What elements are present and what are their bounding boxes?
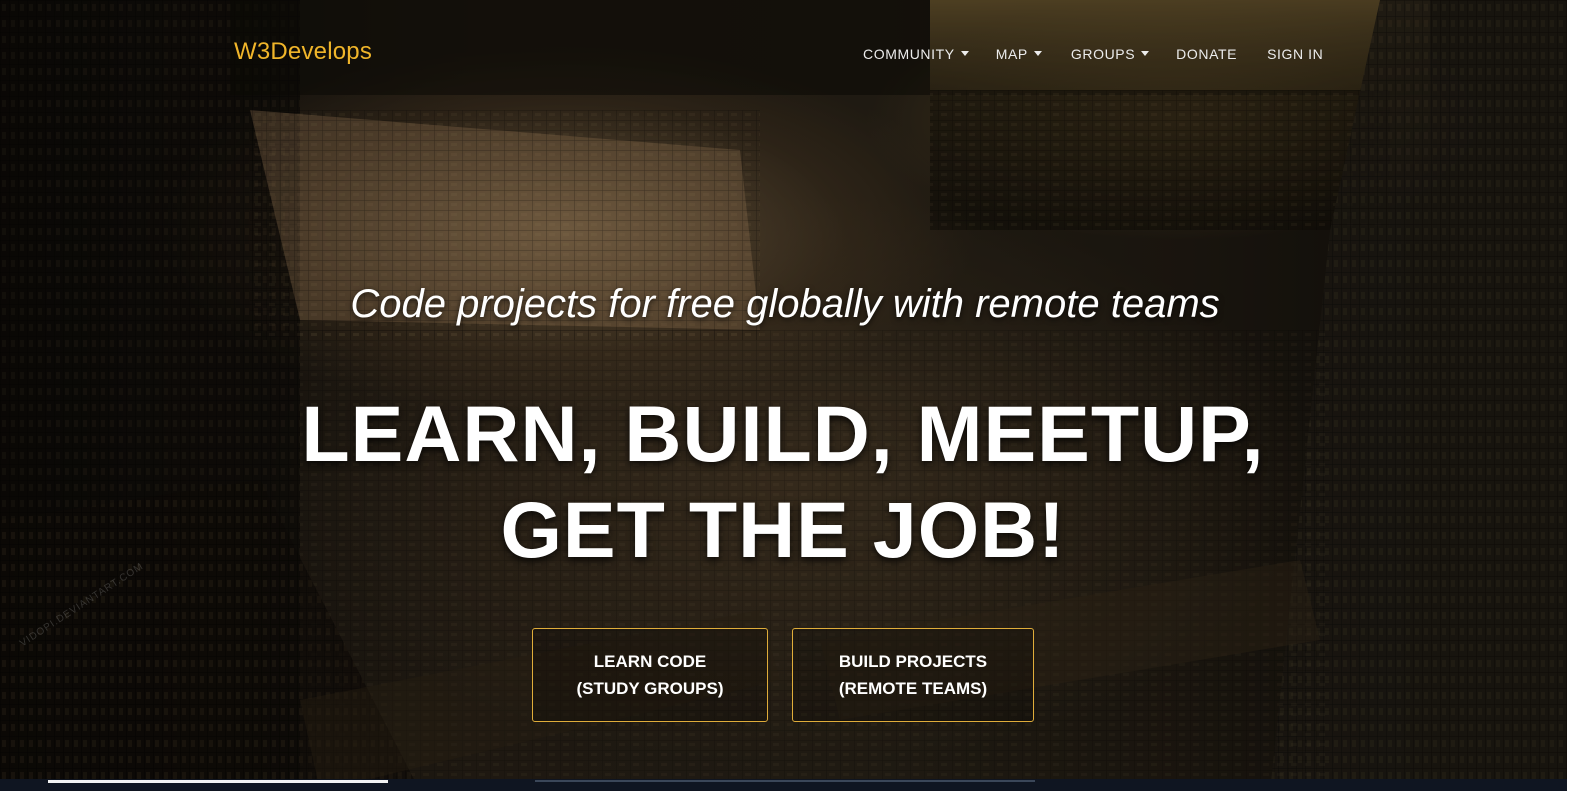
- hero-subtitle: Code projects for free globally with rem…: [350, 282, 1220, 326]
- horizontal-scrollbar-thumb[interactable]: [48, 780, 388, 783]
- caret-down-icon: [1141, 50, 1150, 56]
- nav-menu: COMMUNITY MAP GROUPS DONATE SIGN IN: [863, 46, 1323, 62]
- bottom-section-edge: [535, 780, 1035, 782]
- page: VIDOPI.DEVIANTART.COM W3Develops COMMUNI…: [0, 0, 1584, 791]
- window-right-edge: [1567, 0, 1584, 791]
- button-label-line-2: (STUDY GROUPS): [576, 679, 724, 698]
- top-navbar: W3Develops COMMUNITY MAP GROUPS DONATE S…: [0, 0, 1584, 108]
- caret-down-icon: [1033, 50, 1042, 56]
- button-label-line-1: LEARN CODE: [593, 652, 707, 671]
- hero-headline: LEARN, BUILD, MEETUP, GET THE JOB!: [0, 386, 1566, 578]
- learn-code-button[interactable]: LEARN CODE (STUDY GROUPS): [532, 628, 768, 722]
- button-label-line-1: BUILD PROJECTS: [838, 652, 988, 671]
- nav-item-community[interactable]: COMMUNITY: [863, 46, 969, 62]
- nav-item-groups[interactable]: GROUPS: [1070, 46, 1150, 62]
- nav-item-label: DONATE: [1176, 46, 1238, 62]
- nav-item-map[interactable]: MAP: [996, 46, 1042, 62]
- nav-item-donate[interactable]: DONATE: [1176, 46, 1237, 62]
- nav-item-label: COMMUNITY: [863, 46, 955, 62]
- nav-item-label: GROUPS: [1070, 46, 1136, 62]
- nav-item-sign-in[interactable]: SIGN IN: [1267, 46, 1323, 62]
- brand-logo-link[interactable]: W3Develops: [234, 38, 372, 66]
- hero-headline-line-1: LEARN, BUILD, MEETUP,: [301, 389, 1265, 478]
- nav-item-label: MAP: [995, 46, 1028, 62]
- nav-item-label: SIGN IN: [1267, 46, 1324, 62]
- hero-headline-line-2: GET THE JOB!: [500, 485, 1066, 574]
- button-label-line-2: (REMOTE TEAMS): [838, 679, 988, 698]
- caret-down-icon: [960, 50, 969, 56]
- build-projects-button[interactable]: BUILD PROJECTS (REMOTE TEAMS): [792, 628, 1034, 722]
